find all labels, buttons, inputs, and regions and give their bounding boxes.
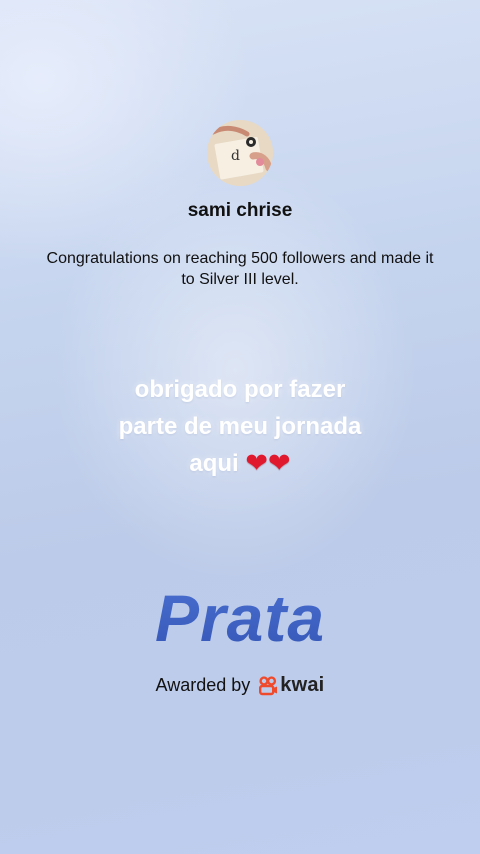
- award-screen: d sami chrise Congratulations on reachin…: [0, 0, 480, 854]
- avatar[interactable]: d: [207, 120, 273, 186]
- caption-line-1: obrigado por fazer: [134, 376, 346, 403]
- caption-line-3-wrap: aqui ❤❤: [0, 445, 480, 482]
- username: sami chrise: [187, 200, 293, 221]
- svg-text:d: d: [231, 148, 240, 164]
- level-title: Prata: [0, 580, 480, 656]
- brand-name: kwai: [280, 674, 325, 696]
- caption-line-3: aqui: [189, 450, 239, 477]
- kwai-logo-icon: [259, 675, 278, 695]
- avatar-image: d: [207, 120, 273, 186]
- awarded-by: Awarded by kwai: [0, 674, 480, 697]
- awarded-by-label: Awarded by: [155, 675, 251, 695]
- kwai-logo: kwai: [258, 674, 324, 697]
- congratulations-text: Congratulations on reaching 500 follower…: [46, 250, 434, 288]
- caption-message: obrigado por fazer parte de meu jornada …: [0, 371, 480, 482]
- caption-line-2: parte de meu jornada: [118, 413, 362, 440]
- heart-emoji-icon: ❤❤: [245, 448, 291, 478]
